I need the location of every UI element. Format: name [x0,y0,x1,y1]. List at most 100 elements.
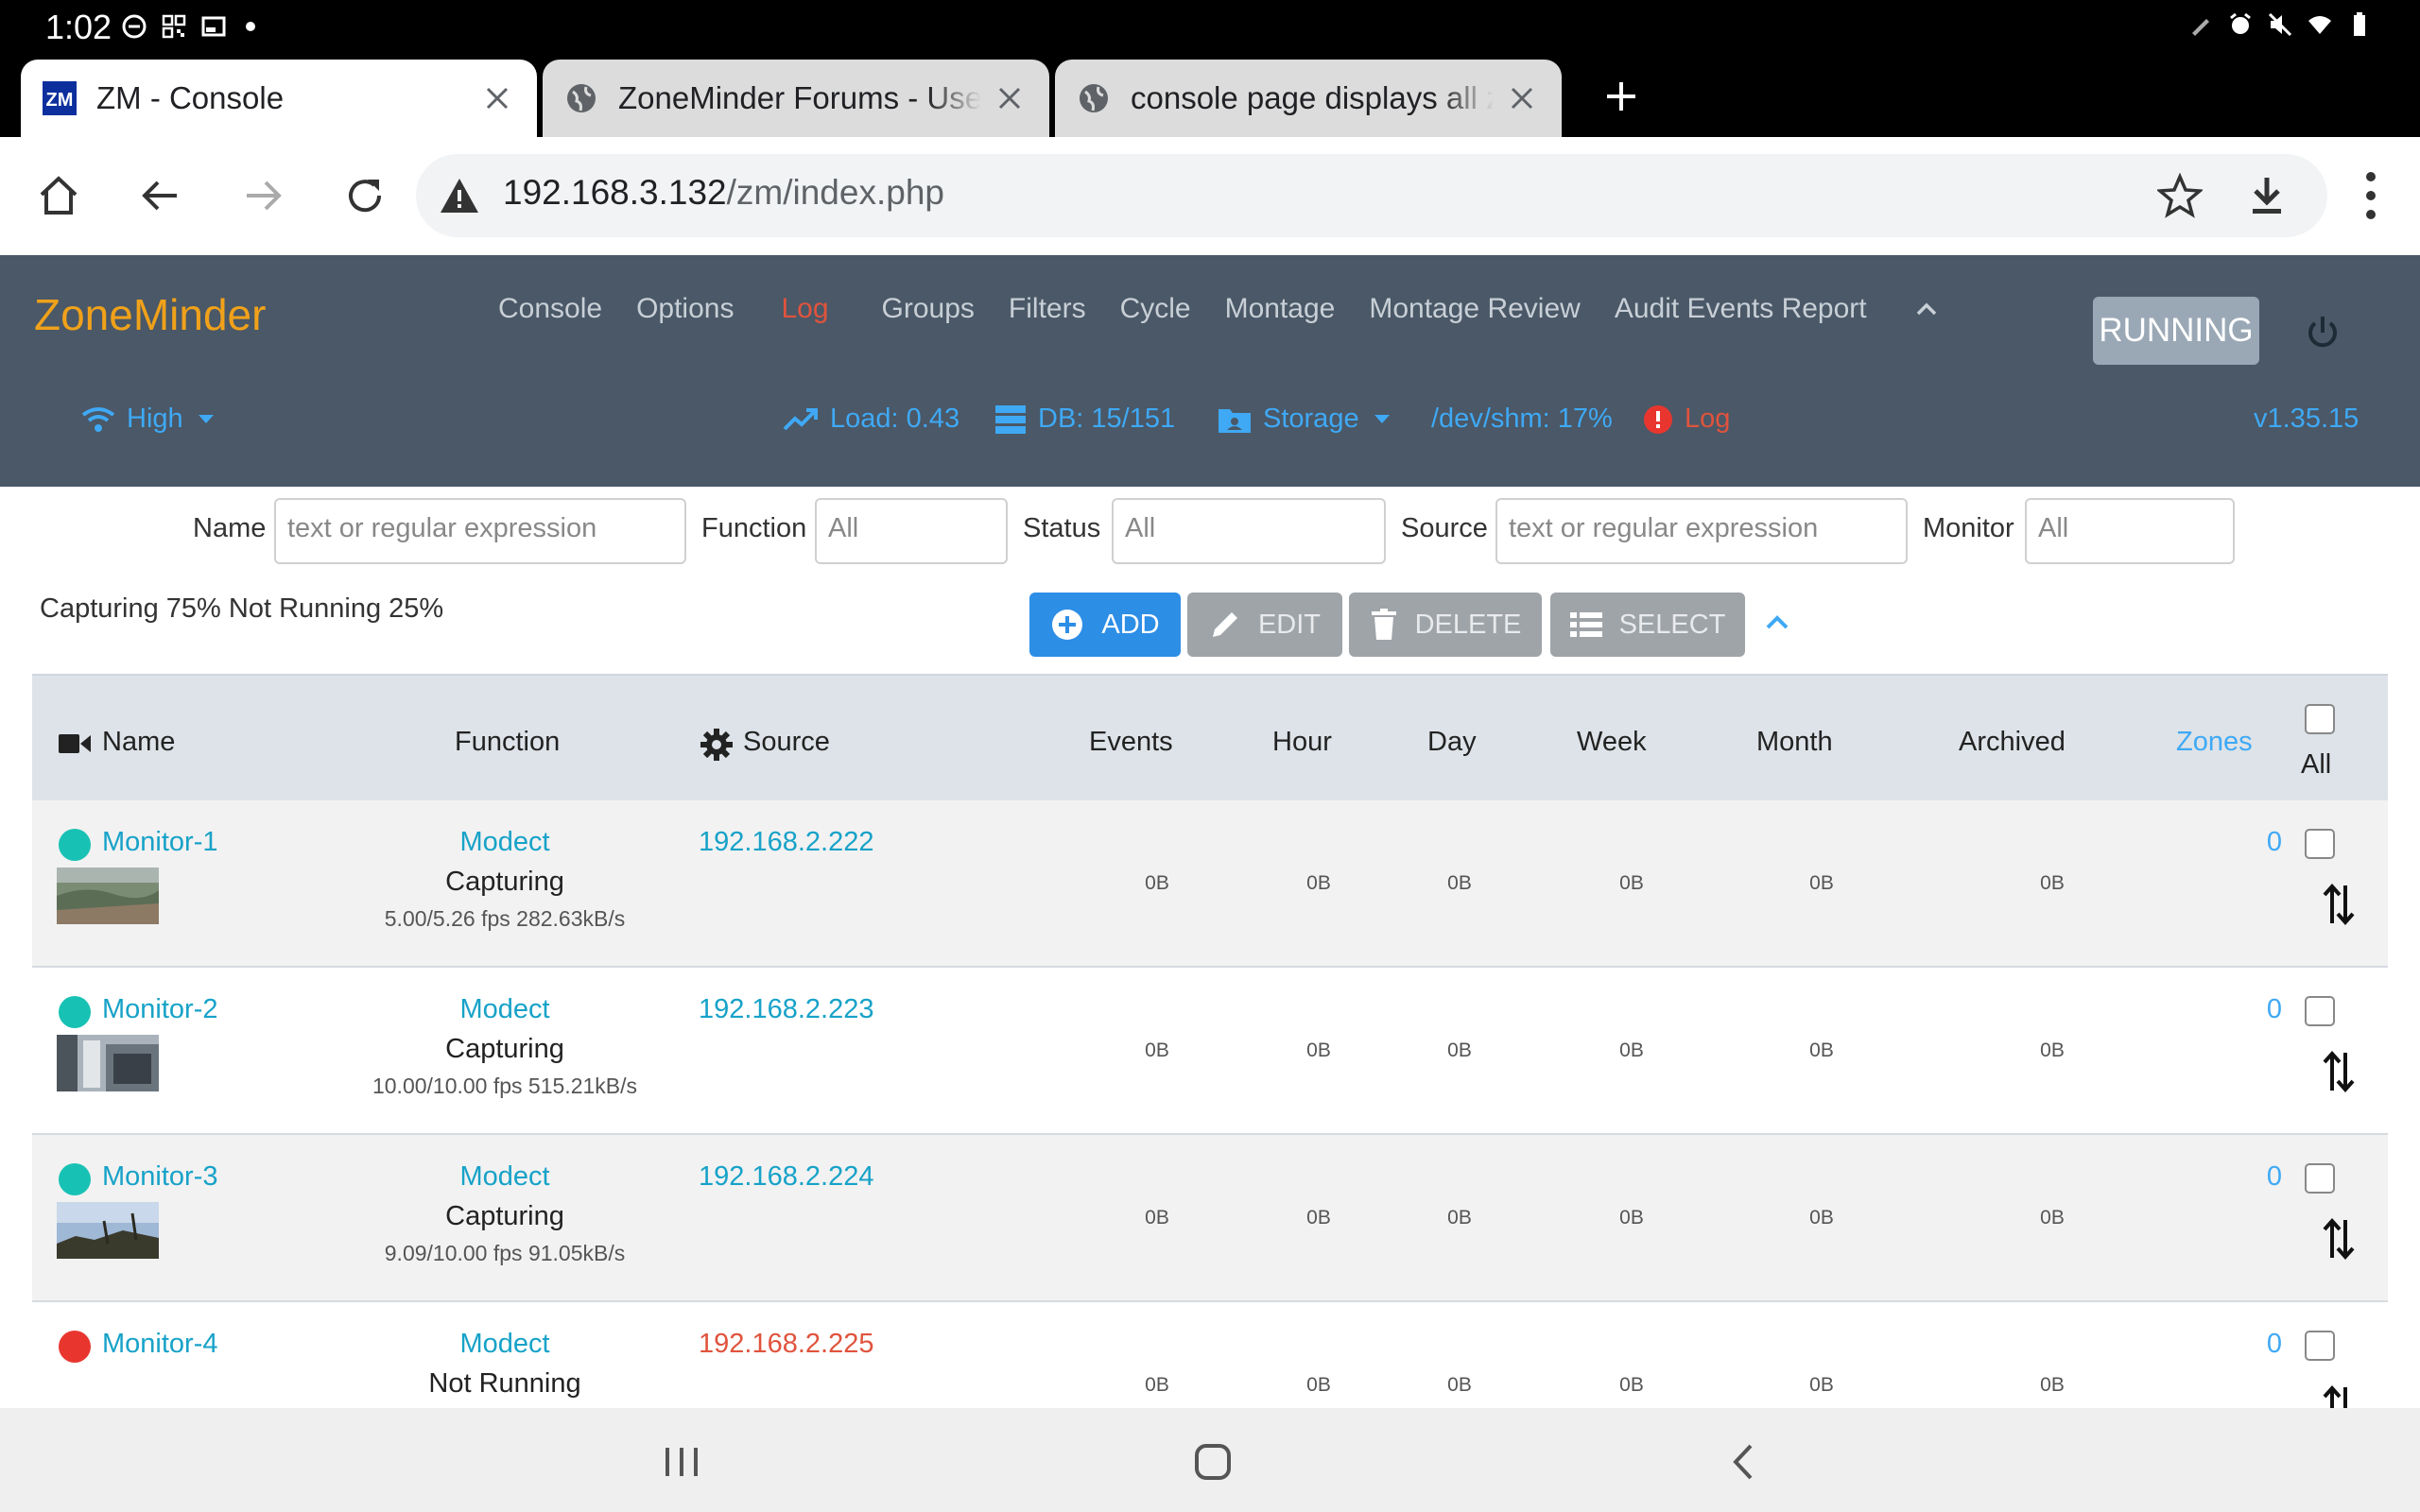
warning-icon[interactable] [439,175,480,216]
function-link[interactable]: Modect [297,827,713,858]
month-count[interactable]: 0B [1784,1374,1859,1397]
source-filter-input[interactable]: text or regular expression [1495,498,1908,564]
hour-count[interactable]: 0B [1281,1040,1357,1062]
week-count[interactable]: 0B [1594,1040,1669,1062]
col-events[interactable]: Events [1089,727,1173,758]
source-link[interactable]: 192.168.2.223 [699,994,873,1025]
monitor-thumbnail[interactable] [57,868,159,924]
table-row[interactable]: Monitor-4 Modect Not Running 192.168.2.2… [32,1302,2388,1408]
more-menu-icon[interactable] [2354,167,2388,224]
monitor-name-link[interactable]: Monitor-3 [102,1161,218,1193]
storage-dropdown[interactable]: Storage [1218,404,1390,435]
col-hour[interactable]: Hour [1272,727,1332,758]
col-day[interactable]: Day [1427,727,1477,758]
function-filter-select[interactable]: All [815,498,1008,564]
col-month[interactable]: Month [1756,727,1833,758]
events-count[interactable]: 0B [1119,872,1195,895]
nav-console[interactable]: Console [498,293,602,325]
delete-monitor-button[interactable]: DELETE [1349,593,1542,657]
zones-link[interactable]: 0 [2225,827,2282,858]
reload-button[interactable] [335,165,395,226]
zm-brand[interactable]: ZoneMinder [34,289,266,340]
col-week[interactable]: Week [1577,727,1647,758]
table-row[interactable]: Monitor-3 Modect Capturing 9.09/10.00 fp… [32,1135,2388,1302]
version-link[interactable]: v1.35.15 [2254,404,2359,435]
nav-log[interactable]: Log [781,293,828,325]
row-checkbox[interactable] [2305,829,2335,859]
add-monitor-button[interactable]: ADD [1029,593,1181,657]
tab-console-bug[interactable]: console page displays all zer [1055,60,1562,137]
close-tab-icon[interactable] [478,79,516,117]
day-count[interactable]: 0B [1422,1374,1497,1397]
back-nav-icon[interactable] [1720,1438,1768,1486]
tab-zm-console[interactable]: ZM ZM - Console [21,60,537,137]
archived-count[interactable]: 0B [2014,872,2090,895]
monitor-name-link[interactable]: Monitor-1 [102,827,218,858]
sort-handle-icon[interactable] [2320,1216,2358,1262]
source-link[interactable]: 192.168.2.222 [699,827,873,858]
nav-montage-review[interactable]: Montage Review [1369,293,1580,325]
new-tab-button[interactable] [1598,73,1645,120]
bookmark-star-icon[interactable] [2157,173,2203,218]
function-link[interactable]: Modect [297,994,713,1025]
nav-groups[interactable]: Groups [882,293,975,325]
month-count[interactable]: 0B [1784,1207,1859,1229]
address-bar[interactable]: 192.168.3.132/zm/index.php [416,154,2327,237]
recent-apps-icon[interactable] [658,1438,705,1486]
events-count[interactable]: 0B [1119,1040,1195,1062]
bandwidth-dropdown[interactable]: High [81,404,214,435]
sort-handle-icon[interactable] [2320,882,2358,927]
zones-link[interactable]: 0 [2225,994,2282,1025]
url-text[interactable]: 192.168.3.132/zm/index.php [503,173,944,213]
function-link[interactable]: Modect [297,1329,713,1360]
col-archived[interactable]: Archived [1959,727,2066,758]
source-link[interactable]: 192.168.2.224 [699,1161,873,1193]
select-all-checkbox[interactable] [2305,704,2335,734]
sort-handle-icon[interactable] [2320,1049,2358,1094]
monitor-filter-select[interactable]: All [2025,498,2235,564]
log-alert[interactable]: Log [1643,404,1730,435]
download-icon[interactable] [2244,173,2290,218]
day-count[interactable]: 0B [1422,872,1497,895]
select-monitor-button[interactable]: SELECT [1550,593,1745,657]
table-row[interactable]: Monitor-2 Modect Capturing 10.00/10.00 f… [32,968,2388,1135]
day-count[interactable]: 0B [1422,1207,1497,1229]
month-count[interactable]: 0B [1784,1040,1859,1062]
nav-montage[interactable]: Montage [1225,293,1336,325]
source-link[interactable]: 192.168.2.225 [699,1329,873,1360]
col-name[interactable]: Name [102,727,175,758]
week-count[interactable]: 0B [1594,1374,1669,1397]
home-button[interactable] [28,165,89,226]
function-link[interactable]: Modect [297,1161,713,1193]
home-nav-icon[interactable] [1189,1438,1236,1486]
edit-monitor-button[interactable]: EDIT [1187,593,1342,657]
week-count[interactable]: 0B [1594,872,1669,895]
table-row[interactable]: Monitor-1 Modect Capturing 5.00/5.26 fps… [32,800,2388,968]
power-icon[interactable] [2302,312,2343,353]
row-checkbox[interactable] [2305,1331,2335,1361]
zones-link[interactable]: 0 [2225,1329,2282,1360]
archived-count[interactable]: 0B [2014,1207,2090,1229]
zones-link[interactable]: 0 [2225,1161,2282,1193]
events-count[interactable]: 0B [1119,1207,1195,1229]
row-checkbox[interactable] [2305,1163,2335,1194]
col-function[interactable]: Function [455,727,560,758]
month-count[interactable]: 0B [1784,872,1859,895]
collapse-nav-icon[interactable] [1912,295,1941,323]
nav-filters[interactable]: Filters [1009,293,1086,325]
nav-audit-events-report[interactable]: Audit Events Report [1615,293,1867,325]
col-source[interactable]: Source [743,727,830,758]
name-filter-input[interactable]: text or regular expression [274,498,686,564]
forward-button[interactable] [233,165,293,226]
day-count[interactable]: 0B [1422,1040,1497,1062]
week-count[interactable]: 0B [1594,1207,1669,1229]
hour-count[interactable]: 0B [1281,872,1357,895]
monitor-name-link[interactable]: Monitor-4 [102,1329,218,1360]
col-zones[interactable]: Zones [2176,727,2253,758]
tab-zm-forums[interactable]: ZoneMinder Forums - User C [543,60,1049,137]
row-checkbox[interactable] [2305,996,2335,1026]
status-filter-select[interactable]: All [1112,498,1386,564]
hour-count[interactable]: 0B [1281,1374,1357,1397]
close-tab-icon[interactable] [1503,79,1541,117]
run-state-button[interactable]: RUNNING [2093,297,2259,365]
